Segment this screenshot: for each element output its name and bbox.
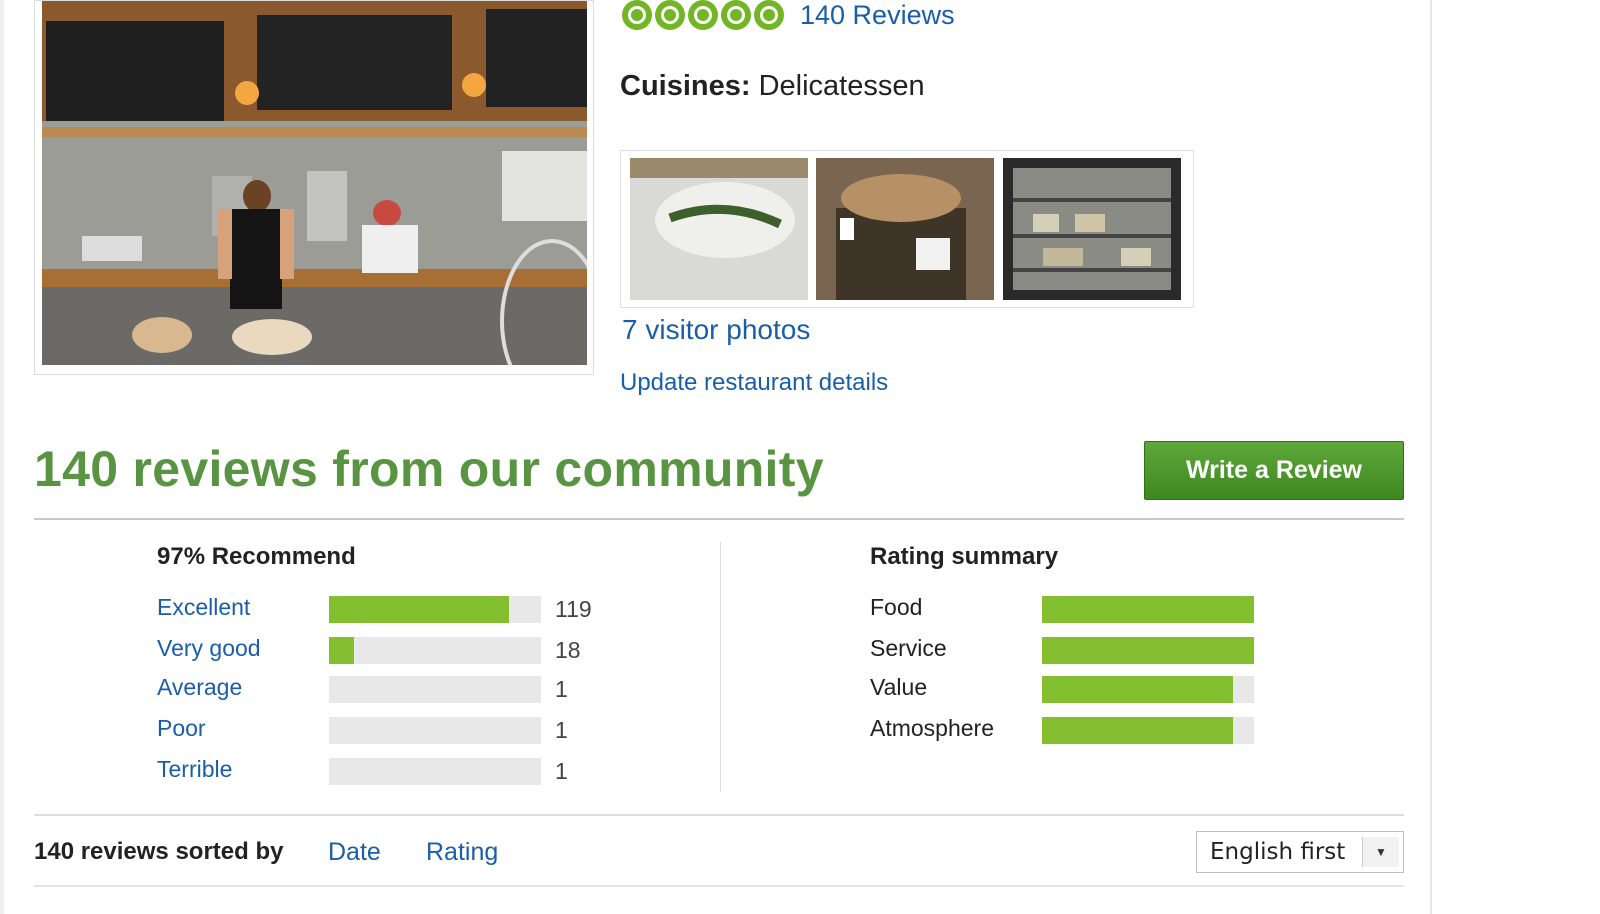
rating-dist-bar-fill [329,596,510,623]
rating-dist-count: 18 [555,637,581,663]
summary-label: Food [870,594,923,620]
rating-dist-bar [329,637,541,664]
update-details-link[interactable]: Update restaurant details [620,369,888,397]
summary-label: Value [870,674,928,700]
rating-dist-bar-fill [329,637,355,664]
rating-summary-title: Rating summary [870,543,1059,570]
rating-dist-row-terrible[interactable]: Terrible 1 [157,756,607,786]
rating-dist-bar [329,596,541,623]
divider [34,885,1404,887]
rating-dist-bar [329,717,541,744]
cuisines-label: Cuisines: [620,70,751,102]
summary-label: Service [870,635,947,661]
summary-bar-fill [1042,717,1233,744]
summary-bar [1042,717,1254,744]
column-divider [720,542,721,792]
right-border [1430,0,1432,914]
summary-bar-fill [1042,676,1233,703]
rating-dist-count: 1 [555,676,568,702]
summary-row-food: Food [870,594,1270,624]
photo-thumbnail[interactable] [1003,158,1181,300]
rating-dist-row-very-good[interactable]: Very good 18 [157,635,607,665]
sort-label: 140 reviews sorted by [34,838,284,865]
summary-row-value: Value [870,674,1270,704]
sort-by-date-link[interactable]: Date [328,838,381,867]
write-review-button[interactable]: Write a Review [1144,441,1404,500]
language-select-value: English first [1210,839,1346,865]
rating-bubble-icon [688,0,718,30]
photo-thumbnail[interactable] [816,158,994,300]
reviews-count-link[interactable]: 140 Reviews [800,0,955,31]
rating-dist-row-poor[interactable]: Poor 1 [157,715,607,745]
summary-bar-fill [1042,637,1254,664]
summary-label: Atmosphere [870,715,995,741]
language-select[interactable]: English first ▼ [1196,831,1404,873]
summary-bar [1042,676,1254,703]
rating-dist-label[interactable]: Poor [157,715,206,742]
rating-dist-count: 1 [555,717,568,743]
rating-bubble-icon [622,0,652,30]
photo-thumbnail[interactable] [630,158,808,300]
restaurant-main-photo[interactable] [42,1,587,365]
rating-dist-label[interactable]: Average [157,674,242,701]
rating-bubble-icon [721,0,751,30]
cuisines: Cuisines: Delicatessen [620,70,925,103]
rating-dist-label[interactable]: Terrible [157,756,232,783]
rating-bubbles [622,0,784,30]
recommend-title: 97% Recommend [157,543,356,570]
summary-row-atmosphere: Atmosphere [870,715,1270,745]
rating-dist-bar [329,758,541,785]
photo-thumbnails [620,150,1194,308]
rating-dist-row-average[interactable]: Average 1 [157,674,607,704]
rating-dist-count: 119 [555,596,592,622]
divider [34,814,1404,816]
rating-bubble-icon [754,0,784,30]
rating-dist-row-excellent[interactable]: Excellent 119 [157,594,607,624]
sort-by-rating-link[interactable]: Rating [426,838,498,867]
divider [34,518,1404,520]
reviews-section-title: 140 reviews from our community [34,441,824,497]
rating-dist-label[interactable]: Very good [157,635,261,662]
cuisines-value: Delicatessen [758,70,925,102]
restaurant-photo-frame [34,0,594,375]
summary-bar [1042,596,1254,623]
dropdown-arrow-icon[interactable]: ▼ [1362,837,1399,867]
summary-row-service: Service [870,635,1270,665]
rating-dist-count: 1 [555,758,568,784]
visitor-photos-link[interactable]: 7 visitor photos [622,314,810,346]
rating-dist-bar [329,676,541,703]
left-border [0,0,4,914]
summary-bar-fill [1042,596,1254,623]
rating-bubble-icon [655,0,685,30]
rating-row: 140 Reviews [622,0,955,30]
rating-dist-label[interactable]: Excellent [157,594,250,621]
summary-bar [1042,637,1254,664]
